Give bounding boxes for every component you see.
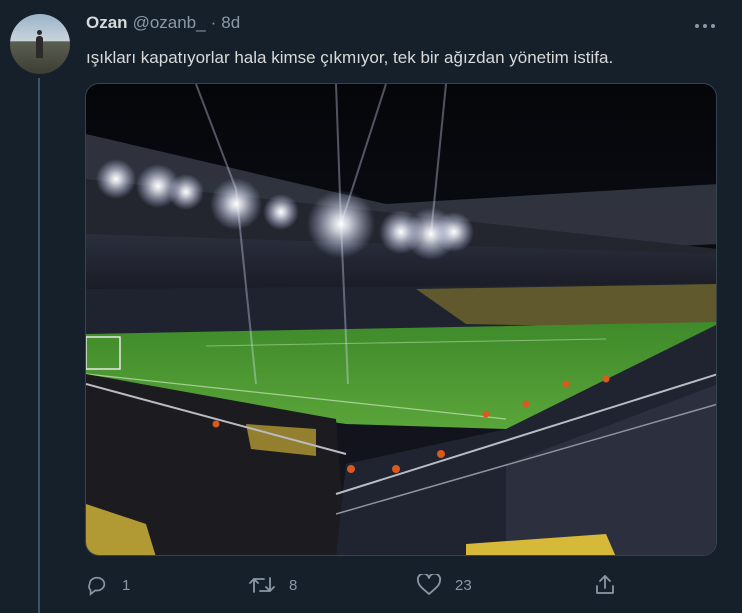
tweet-image[interactable]	[85, 83, 717, 556]
separator-dot: ·	[210, 13, 217, 32]
avatar[interactable]	[10, 14, 70, 74]
thread-line	[38, 78, 40, 613]
tweet-header: Ozan @ozanb_ · 8d	[86, 13, 240, 37]
retweet-button[interactable]: 8	[249, 570, 297, 600]
retweet-count: 8	[289, 576, 298, 594]
author-name[interactable]: Ozan	[86, 13, 128, 33]
avatar-figure	[36, 30, 43, 58]
tweet-text: ışıkları kapatıyorlar hala kimse çıkmıyo…	[86, 48, 614, 67]
author-handle[interactable]: @ozanb_	[133, 13, 206, 33]
retweet-icon	[249, 574, 275, 596]
tweet-time[interactable]: 8d	[221, 13, 240, 33]
more-dots-icon[interactable]	[692, 16, 718, 36]
reply-count: 1	[122, 576, 131, 594]
like-count: 23	[455, 576, 472, 594]
reply-button[interactable]: 1	[86, 570, 130, 600]
tweet-actions: 1 8 23	[86, 570, 626, 600]
heart-icon	[417, 574, 441, 596]
share-icon	[594, 574, 616, 596]
like-button[interactable]: 23	[417, 570, 472, 600]
share-button[interactable]	[594, 570, 616, 600]
stadium-photo	[86, 84, 716, 555]
tweet[interactable]: Ozan @ozanb_ · 8d ışıkları kapatıyorlar …	[0, 0, 742, 613]
reply-icon	[86, 574, 108, 596]
